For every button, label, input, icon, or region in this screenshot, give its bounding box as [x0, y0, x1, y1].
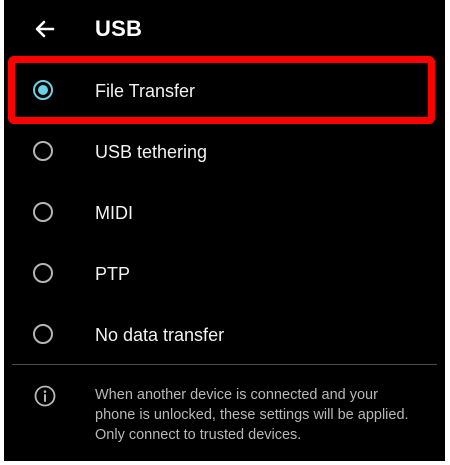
radio-button-checked[interactable]: [33, 80, 53, 100]
info-icon: [34, 385, 56, 407]
radio-button[interactable]: [33, 324, 53, 344]
option-label: USB tethering: [95, 142, 208, 162]
app-bar: USB: [4, 0, 445, 60]
info-text: When another device is connected and you…: [95, 387, 409, 443]
option-label: MIDI: [95, 203, 133, 223]
option-ptp[interactable]: PTP: [4, 243, 445, 304]
option-label: PTP: [95, 264, 131, 284]
option-usb-tethering[interactable]: USB tethering: [4, 121, 445, 182]
arrow-back-icon: [35, 20, 55, 38]
page-title: USB: [95, 16, 143, 41]
option-midi[interactable]: MIDI: [4, 182, 445, 243]
option-no-data-transfer[interactable]: No data transfer: [4, 304, 445, 365]
usb-settings-screen: USB File Transfer USB tethering MIDI PTP…: [4, 0, 445, 461]
radio-button[interactable]: [33, 202, 53, 222]
option-file-transfer[interactable]: File Transfer: [4, 60, 445, 121]
option-label: No data transfer: [95, 325, 225, 345]
back-button[interactable]: [30, 14, 60, 44]
radio-button[interactable]: [33, 263, 53, 283]
usb-mode-list: File Transfer USB tethering MIDI PTP No …: [4, 60, 445, 365]
option-label: File Transfer: [95, 81, 196, 101]
divider: [12, 364, 437, 365]
radio-button[interactable]: [33, 141, 53, 161]
